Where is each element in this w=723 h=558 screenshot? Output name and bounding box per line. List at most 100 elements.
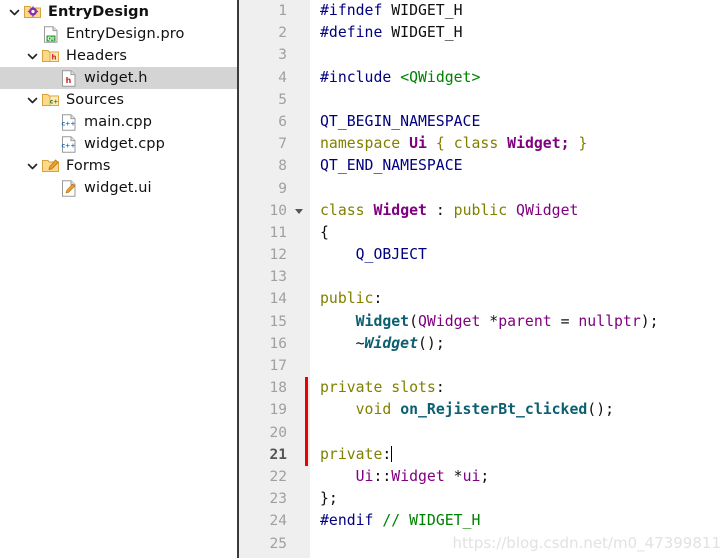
code-line[interactable]: { — [310, 222, 723, 244]
line-number: 23 — [269, 491, 287, 508]
tree-item-widget-ui[interactable]: widget.ui — [0, 177, 237, 199]
header-file-icon: h — [59, 68, 79, 88]
code-line[interactable]: QT_BEGIN_NAMESPACE — [310, 111, 723, 133]
qt-creator-window: EntryDesign Qt EntryDesign.pro h Headers… — [0, 0, 723, 558]
code-line[interactable]: namespace Ui { class Widget; } — [310, 133, 723, 155]
tree-item-widget-cpp[interactable]: c++ widget.cpp — [0, 133, 237, 155]
code-line[interactable] — [310, 533, 723, 555]
line-number: 17 — [269, 358, 287, 374]
tree-item-label: main.cpp — [84, 114, 153, 130]
line-number: 8 — [278, 158, 287, 175]
tree-item-label: Headers — [66, 48, 128, 64]
line-number: 1 — [278, 3, 287, 19]
code-editor[interactable]: 1 2 3 4 5 6 7 8 9 10 11 12 13 14 15 16 1… — [239, 0, 723, 558]
line-number: 6 — [278, 113, 287, 130]
code-line[interactable]: #include <QWidget> — [310, 67, 723, 89]
chevron-down-icon[interactable] — [24, 155, 41, 177]
tree-item-main-cpp[interactable]: c++ main.cpp — [0, 111, 237, 133]
tree-item-forms[interactable]: Forms — [0, 155, 237, 177]
chevron-down-icon[interactable] — [24, 89, 41, 111]
tree-item-label: Sources — [66, 92, 125, 108]
svg-text:c++: c++ — [61, 142, 75, 149]
line-number: 24 — [269, 513, 287, 530]
line-number: 2 — [278, 25, 287, 42]
code-line[interactable] — [310, 89, 723, 111]
code-line[interactable]: Ui::Widget *ui; — [310, 466, 723, 488]
line-number: 15 — [269, 313, 287, 330]
project-folder-gear-icon — [23, 2, 43, 22]
svg-text:h: h — [66, 76, 72, 85]
line-number: 22 — [269, 468, 287, 485]
line-number: 14 — [269, 291, 287, 308]
code-line[interactable]: QT_END_NAMESPACE — [310, 155, 723, 177]
line-number: 9 — [278, 180, 287, 197]
line-number: 12 — [269, 247, 287, 264]
line-number: 18 — [269, 380, 287, 397]
line-number-gutter: 1 2 3 4 5 6 7 8 9 10 11 12 13 14 15 16 1… — [239, 0, 310, 558]
code-line[interactable] — [310, 266, 723, 288]
code-line-current[interactable]: private: — [310, 444, 723, 466]
line-number: 20 — [269, 424, 287, 441]
line-number: 4 — [278, 69, 287, 86]
change-marker-bar — [305, 377, 308, 467]
tree-item-label: widget.h — [84, 70, 148, 86]
code-text-area[interactable]: #ifndef WIDGET_H #define WIDGET_H #inclu… — [310, 0, 723, 558]
tree-item-sources[interactable]: c+ Sources — [0, 89, 237, 111]
tree-item-label: widget.cpp — [84, 136, 165, 152]
tree-item-label: Forms — [66, 158, 111, 174]
line-number: 16 — [269, 335, 287, 352]
line-number: 19 — [269, 402, 287, 419]
code-line[interactable]: void on_RejisterBt_clicked(); — [310, 399, 723, 421]
line-number: 7 — [278, 136, 287, 153]
svg-text:c+: c+ — [50, 98, 59, 105]
tree-item-entrydesign-pro[interactable]: Qt EntryDesign.pro — [0, 23, 237, 45]
cpp-file-icon: c++ — [59, 134, 79, 154]
code-line[interactable]: ~Widget(); — [310, 333, 723, 355]
line-number: 10 — [239, 200, 310, 222]
tree-item-label: EntryDesign — [48, 4, 150, 20]
code-line[interactable]: #endif // WIDGET_H — [310, 510, 723, 532]
svg-text:h: h — [52, 54, 57, 62]
tree-item-entrydesign[interactable]: EntryDesign — [0, 1, 237, 23]
code-line[interactable]: public: — [310, 288, 723, 310]
code-line[interactable] — [310, 178, 723, 200]
code-line[interactable] — [310, 355, 723, 377]
tree-item-headers[interactable]: h Headers — [0, 45, 237, 67]
qt-pro-file-icon: Qt — [41, 24, 61, 44]
chevron-down-icon[interactable] — [6, 1, 23, 23]
ui-file-icon — [59, 178, 79, 198]
tree-item-widget-h[interactable]: h widget.h — [0, 67, 237, 89]
line-number-current: 21 — [269, 446, 287, 463]
svg-text:c++: c++ — [61, 120, 75, 127]
line-number: 25 — [269, 535, 287, 552]
forms-folder-icon — [41, 156, 61, 176]
code-line[interactable]: }; — [310, 488, 723, 510]
tree-item-label: widget.ui — [84, 180, 152, 196]
code-line[interactable]: private slots: — [310, 377, 723, 399]
code-line[interactable]: Widget(QWidget *parent = nullptr); — [310, 311, 723, 333]
line-number: 5 — [278, 91, 287, 108]
code-line[interactable]: #ifndef WIDGET_H — [310, 0, 723, 22]
fold-triangle-icon[interactable] — [294, 200, 304, 222]
line-number: 13 — [269, 269, 287, 286]
cpp-file-icon: c++ — [59, 112, 79, 132]
code-line[interactable]: Q_OBJECT — [310, 244, 723, 266]
headers-folder-icon: h — [41, 46, 61, 66]
line-number: 3 — [278, 47, 287, 64]
code-line[interactable] — [310, 44, 723, 66]
svg-text:Qt: Qt — [47, 36, 55, 42]
tree-item-label: EntryDesign.pro — [66, 26, 185, 42]
project-tree-panel[interactable]: EntryDesign Qt EntryDesign.pro h Headers… — [0, 0, 239, 558]
chevron-down-icon[interactable] — [24, 45, 41, 67]
code-line[interactable]: #define WIDGET_H — [310, 22, 723, 44]
line-number: 11 — [269, 224, 287, 241]
code-line[interactable]: class Widget : public QWidget — [310, 200, 723, 222]
code-line[interactable] — [310, 422, 723, 444]
text-cursor — [391, 445, 393, 462]
sources-folder-icon: c+ — [41, 90, 61, 110]
